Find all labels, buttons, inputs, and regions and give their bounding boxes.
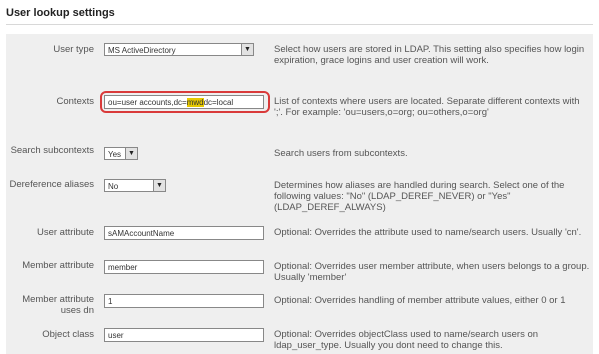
dereference-aliases-select[interactable]: No ▼: [104, 179, 166, 192]
member-attribute-input[interactable]: member: [104, 260, 264, 274]
object-class-description: Optional: Overrides objectClass used to …: [274, 329, 539, 351]
contexts-value-suffix: dc=local: [203, 98, 234, 107]
user-type-label: User type: [53, 44, 94, 55]
chevron-down-icon: ▼: [125, 148, 137, 159]
member-attribute-uses-dn-description: Optional: Overrides handling of member a…: [274, 295, 566, 306]
member-attribute-value: member: [104, 260, 264, 274]
dereference-aliases-description: Determines how aliases are handled durin…: [274, 180, 565, 213]
user-type-description: Select how users are stored in LDAP. Thi…: [274, 44, 585, 66]
object-class-value: user: [104, 328, 264, 342]
chevron-down-icon: ▼: [153, 180, 165, 191]
user-attribute-description: Optional: Overrides the attribute used t…: [274, 227, 582, 238]
heading-divider: [6, 24, 593, 25]
search-subcontexts-description: Search users from subcontexts.: [274, 148, 408, 159]
contexts-value-prefix: ou=user accounts,dc=: [108, 98, 187, 107]
settings-page: User lookup settings User type MS Active…: [0, 0, 599, 354]
member-attribute-description: Optional: Overrides user member attribut…: [274, 261, 590, 283]
contexts-input[interactable]: ou=user accounts,dc=mwddc=local: [104, 95, 264, 109]
chevron-down-icon: ▼: [241, 44, 253, 55]
dereference-aliases-value: No: [108, 182, 119, 191]
contexts-value-marked: mwd: [186, 98, 204, 107]
user-attribute-value: sAMAccountName: [104, 226, 264, 240]
member-attribute-label: Member attribute: [22, 260, 94, 271]
user-attribute-input[interactable]: sAMAccountName: [104, 226, 264, 240]
dereference-aliases-label: Dereference aliases: [9, 179, 95, 190]
member-attribute-uses-dn-value: 1: [104, 294, 264, 308]
user-attribute-label: User attribute: [36, 227, 94, 238]
object-class-input[interactable]: user: [104, 328, 264, 342]
user-type-value: MS ActiveDirectory: [108, 46, 176, 55]
member-attribute-uses-dn-input[interactable]: 1: [104, 294, 264, 308]
user-type-select[interactable]: MS ActiveDirectory ▼: [104, 43, 254, 56]
section-heading: User lookup settings: [6, 7, 115, 19]
search-subcontexts-value: Yes: [108, 150, 122, 159]
contexts-description: List of contexts where users are located…: [274, 96, 580, 118]
member-attribute-uses-dn-label: Member attribute uses dn: [22, 294, 94, 316]
search-subcontexts-select[interactable]: Yes ▼: [104, 147, 138, 160]
search-subcontexts-label: Search subcontexts: [10, 145, 94, 156]
object-class-label: Object class: [42, 329, 94, 340]
settings-panel: User type MS ActiveDirectory ▼ Select ho…: [6, 34, 593, 354]
contexts-label: Contexts: [56, 96, 95, 107]
